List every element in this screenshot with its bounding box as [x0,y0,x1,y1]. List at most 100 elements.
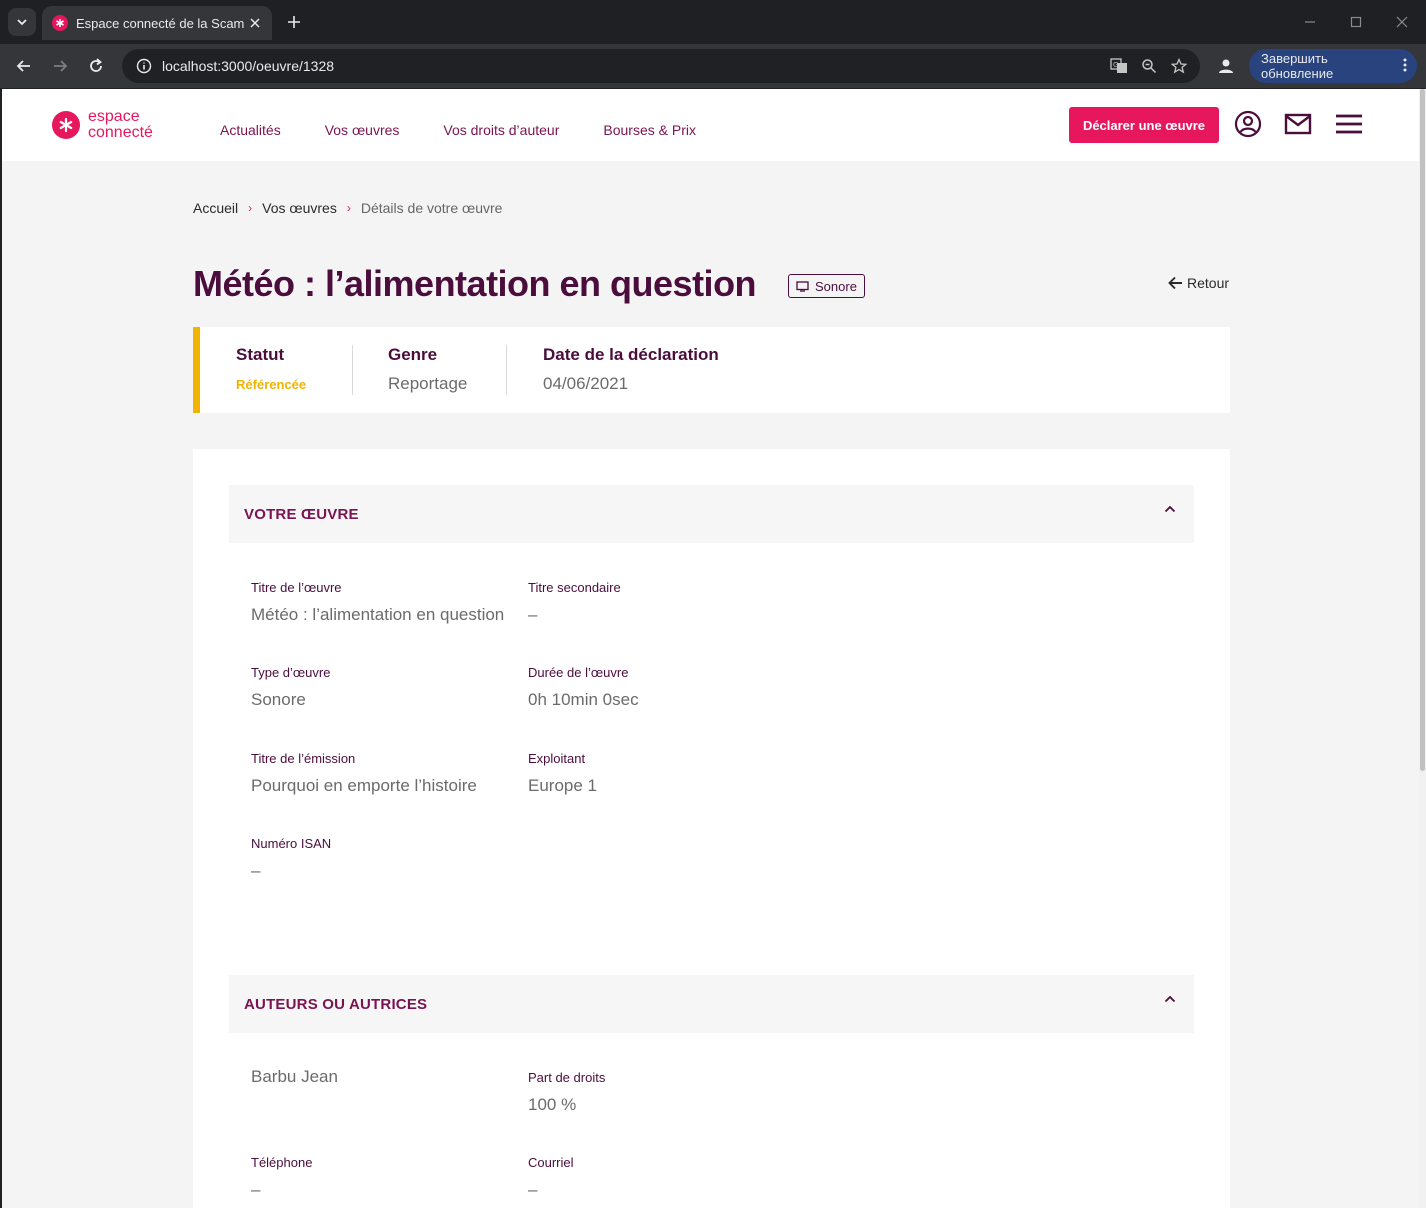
field-value: Sonore [251,690,306,709]
maximize-window-button[interactable] [1344,10,1368,34]
field-value: Pourquoi en emporte l’histoire [251,776,477,795]
date-value: 04/06/2021 [543,374,629,393]
address-bar[interactable]: localhost:3000/oeuvre/1328 G [122,49,1200,83]
logo-line1: espace [88,108,140,125]
profile-button[interactable] [1213,53,1239,79]
field-value: 0h 10min 0sec [528,690,639,709]
reload-button[interactable] [82,52,110,80]
genre-block: Genre Reportage [388,345,467,394]
reload-icon [90,58,102,72]
nav-link-actualites[interactable]: Actualités [220,122,281,138]
page-title: Météo : l’alimentation en question [193,263,757,304]
status-card: Statut Référencée Genre Reportage Date d… [193,327,1230,413]
field-titre-oeuvre: Titre de l’œuvre Météo : l’alimentation … [251,580,504,625]
logo-text: espace connecté [88,109,153,141]
browser-tab-bar: Espace connecté de la Scam [0,0,1426,44]
section-title: VOTRE ŒUVRE [244,505,359,523]
translate-icon[interactable]: G [1104,51,1134,81]
screen-icon [796,280,809,292]
scrollbar-thumb[interactable] [1420,89,1425,771]
date-block: Date de la déclaration 04/06/2021 [543,345,719,394]
field-titre-emission: Titre de l’émission Pourquoi en emporte … [251,751,477,796]
close-icon [1396,16,1408,28]
chevron-up-icon [1164,995,1176,1003]
back-nav-button[interactable] [10,52,38,80]
breadcrumb-separator-icon: › [248,201,253,215]
close-tab-icon[interactable] [246,14,264,32]
tab-title: Espace connecté de la Scam [76,15,245,31]
field-titre-secondaire: Titre secondaire – [528,580,621,625]
logo-line2: connecté [88,124,153,141]
author-name-value: Barbu Jean [251,1067,338,1086]
bookmark-star-icon[interactable] [1164,51,1194,81]
new-tab-button[interactable] [282,10,306,34]
field-label: Numéro ISAN [251,836,332,851]
section-title: AUTEURS OU AUTRICES [244,995,428,1013]
close-window-button[interactable] [1390,10,1414,34]
forward-nav-button[interactable] [46,52,74,80]
account-icon[interactable] [1233,109,1263,139]
status-divider [506,345,507,395]
plus-icon [288,16,300,28]
mail-icon[interactable] [1283,109,1313,139]
tab-search-button[interactable] [8,8,36,36]
page-viewport: espace connecté Actualités Vos œuvres Vo… [2,89,1419,1208]
site-info-icon[interactable] [134,56,154,76]
breadcrumb-vos-oeuvres[interactable]: Vos œuvres [262,200,337,216]
update-label: Завершить обновление [1261,51,1334,81]
breadcrumb-accueil[interactable]: Accueil [193,200,238,216]
nav-link-droits-auteur[interactable]: Vos droits d’auteur [443,122,559,138]
more-vert-icon [1403,58,1407,75]
field-value: Météo : l’alimentation en question [251,605,505,624]
genre-label: Genre [388,345,438,364]
field-label: Exploitant [528,751,586,766]
zoom-icon[interactable] [1134,51,1164,81]
field-value: – [251,1180,261,1199]
minimize-window-button[interactable] [1298,10,1322,34]
person-icon [1219,59,1233,73]
back-link-label: Retour [1187,275,1230,291]
site-header: espace connecté Actualités Vos œuvres Vo… [2,89,1419,161]
nav-link-bourses-prix[interactable]: Bourses & Prix [603,122,696,138]
field-numero-isan: Numéro ISAN – [251,836,331,881]
svg-text:G: G [1113,61,1118,69]
author-name: Barbu Jean [251,1067,338,1087]
minimize-icon [1305,21,1315,23]
section-header-auteurs[interactable]: AUTEURS OU AUTRICES [229,975,1194,1033]
nav-link-vos-oeuvres[interactable]: Vos œuvres [325,122,400,138]
browser-update-button[interactable]: Завершить обновление [1249,49,1417,83]
hamburger-menu-icon[interactable] [1334,109,1364,139]
field-label: Part de droits [528,1070,606,1085]
field-courriel: Courriel – [528,1155,574,1200]
details-card: VOTRE ŒUVRE Titre de l’œuvre Météo : l’a… [193,449,1230,1208]
declare-oeuvre-button[interactable]: Déclarer une œuvre [1069,107,1219,143]
field-label: Durée de l’œuvre [528,665,629,680]
asterisk-logo-icon [52,111,80,139]
field-part-droits: Part de droits 100 % [528,1070,605,1115]
browser-toolbar: localhost:3000/oeuvre/1328 G Завершить о… [0,44,1426,88]
site-logo[interactable]: espace connecté [52,109,153,141]
chevron-down-icon [17,19,27,26]
field-value: – [528,1180,538,1199]
url-text[interactable]: localhost:3000/oeuvre/1328 [162,58,1104,74]
arrow-right-icon [54,60,68,72]
statut-value: Référencée [236,377,307,392]
field-value: – [251,861,261,880]
field-label: Titre secondaire [528,580,621,595]
browser-tab-active[interactable]: Espace connecté de la Scam [42,6,272,40]
date-label: Date de la déclaration [543,345,719,364]
status-divider [352,345,353,395]
scam-favicon-icon [52,15,68,31]
type-badge-label: Sonore [815,278,857,294]
breadcrumb-separator-icon: › [346,201,351,215]
statut-block: Statut Référencée [236,345,306,392]
field-label: Type d’œuvre [251,665,331,680]
breadcrumb-current: Détails de votre œuvre [360,200,503,216]
statut-label: Statut [236,345,285,364]
field-label: Titre de l’émission [251,751,356,766]
section-header-votre-oeuvre[interactable]: VOTRE ŒUVRE [229,485,1194,543]
chevron-up-icon [1164,505,1176,513]
field-label: Courriel [528,1155,574,1170]
back-link[interactable]: Retour [1168,275,1229,291]
field-duree-oeuvre: Durée de l’œuvre 0h 10min 0sec [528,665,639,710]
